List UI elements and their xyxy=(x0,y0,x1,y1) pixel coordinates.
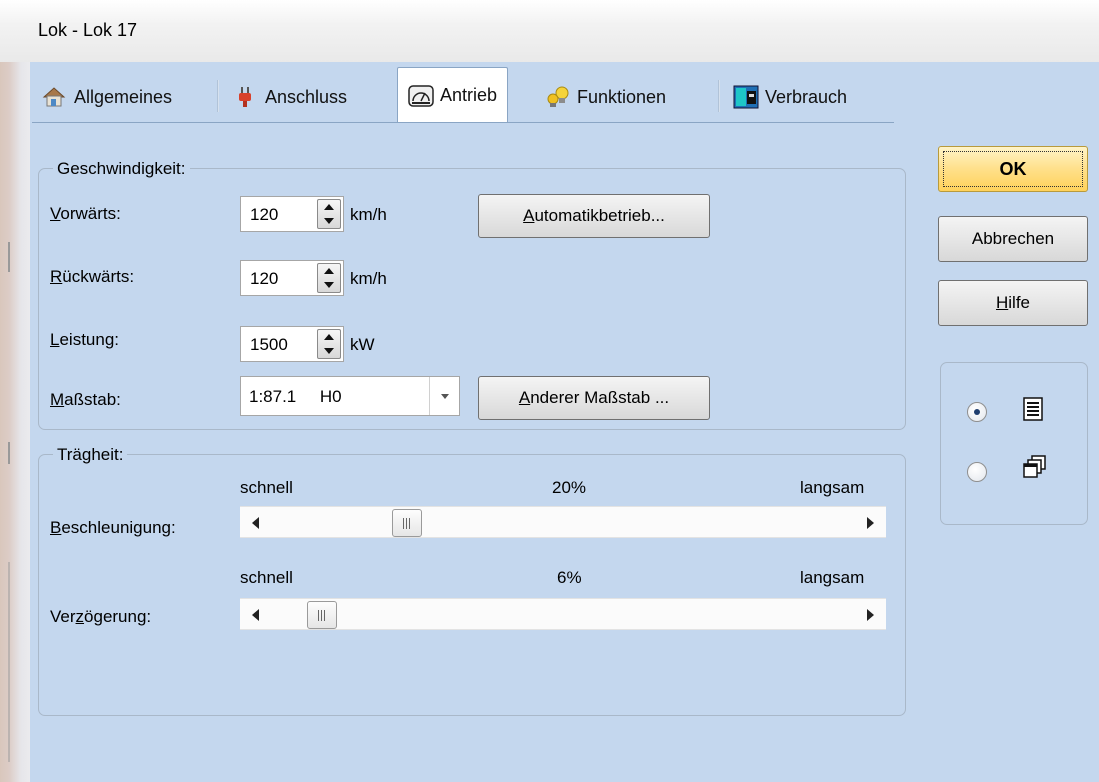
power-spinner[interactable]: 1500 xyxy=(240,326,344,362)
slider-thumb[interactable] xyxy=(392,509,423,537)
tab-allgemeines[interactable]: Allgemeines xyxy=(32,72,182,122)
chevron-down-icon[interactable] xyxy=(429,377,459,415)
scale-select[interactable]: 1:87.1 H0 xyxy=(240,376,460,416)
tab-anschluss[interactable]: Anschluss xyxy=(223,72,357,122)
backward-speed-spinner[interactable]: 120 xyxy=(240,260,344,296)
slider-thumb[interactable] xyxy=(306,601,337,629)
tab-verbrauch[interactable]: Verbrauch xyxy=(723,72,857,122)
acceleration-fast-label: schnell xyxy=(240,478,293,497)
scale-value: 1:87.1 H0 xyxy=(249,387,342,406)
tab-funktionen[interactable]: Funktionen xyxy=(535,72,676,122)
automatic-mode-button[interactable]: Automatikbetrieb... xyxy=(478,194,710,238)
window-title: Lok - Lok 17 xyxy=(38,20,138,40)
forward-speed-value[interactable]: 120 xyxy=(250,205,278,225)
tab-label: Anschluss xyxy=(265,86,348,107)
forward-unit: km/h xyxy=(350,205,387,224)
backward-unit: km/h xyxy=(350,269,387,288)
lightbulbs-icon xyxy=(545,85,569,109)
view-options-group xyxy=(940,362,1088,525)
background-window-edge xyxy=(0,62,30,782)
deceleration-slider[interactable] xyxy=(240,598,886,630)
house-icon xyxy=(42,85,66,109)
tab-label: Funktionen xyxy=(577,86,667,107)
view-radio-cascade[interactable] xyxy=(967,462,987,482)
power-value[interactable]: 1500 xyxy=(250,335,288,355)
scroll-left-arrow[interactable] xyxy=(252,517,259,529)
list-icon xyxy=(1022,396,1046,421)
tab-antrieb[interactable]: Antrieb xyxy=(397,67,509,123)
power-unit: kW xyxy=(350,335,375,354)
backward-speed-value[interactable]: 120 xyxy=(250,269,278,289)
spinner-arrows[interactable] xyxy=(317,329,341,359)
deceleration-slow-label: langsam xyxy=(800,568,865,587)
spinner-arrows[interactable] xyxy=(317,199,341,229)
scroll-right-arrow[interactable] xyxy=(867,517,874,529)
forward-label: Vorwärts: xyxy=(50,204,121,223)
inertia-group: Trägheit: xyxy=(38,445,906,716)
dialog-client: Allgemeines Anschluss Antrieb Funktionen… xyxy=(30,62,1099,782)
title-bar[interactable]: Lok - Lok 17 xyxy=(0,0,1099,62)
scroll-right-arrow[interactable] xyxy=(867,609,874,621)
ok-button[interactable]: OK xyxy=(938,146,1088,192)
spinner-arrows[interactable] xyxy=(317,263,341,293)
backward-label: Rückwärts: xyxy=(50,267,135,286)
acceleration-label: Beschleunigung: xyxy=(50,518,176,537)
speed-group: Geschwindigkeit: xyxy=(38,159,906,430)
acceleration-value: 20% xyxy=(552,478,587,497)
cancel-button[interactable]: Abbrechen xyxy=(938,216,1088,262)
scale-label: Maßstab: xyxy=(50,390,121,409)
gauge-icon xyxy=(408,84,434,108)
forward-speed-spinner[interactable]: 120 xyxy=(240,196,344,232)
other-scale-button[interactable]: Anderer Maßstab ... xyxy=(478,376,710,420)
tab-label: Verbrauch xyxy=(765,86,848,107)
acceleration-slider[interactable] xyxy=(240,506,886,538)
plug-icon xyxy=(233,85,257,109)
deceleration-label: Verzögerung: xyxy=(50,607,152,626)
help-button[interactable]: Hilfe xyxy=(938,280,1088,326)
view-radio-list[interactable] xyxy=(967,402,987,422)
meter-icon xyxy=(733,85,759,109)
inertia-group-legend: Trägheit: xyxy=(53,445,128,465)
speed-group-legend: Geschwindigkeit: xyxy=(53,159,190,179)
tab-label: Allgemeines xyxy=(74,86,173,107)
deceleration-value: 6% xyxy=(557,568,582,587)
scroll-left-arrow[interactable] xyxy=(252,609,259,621)
power-label: Leistung: xyxy=(50,330,120,349)
deceleration-fast-label: schnell xyxy=(240,568,293,587)
acceleration-slow-label: langsam xyxy=(800,478,865,497)
cascade-windows-icon xyxy=(1022,454,1046,478)
tab-label: Antrieb xyxy=(440,85,498,105)
